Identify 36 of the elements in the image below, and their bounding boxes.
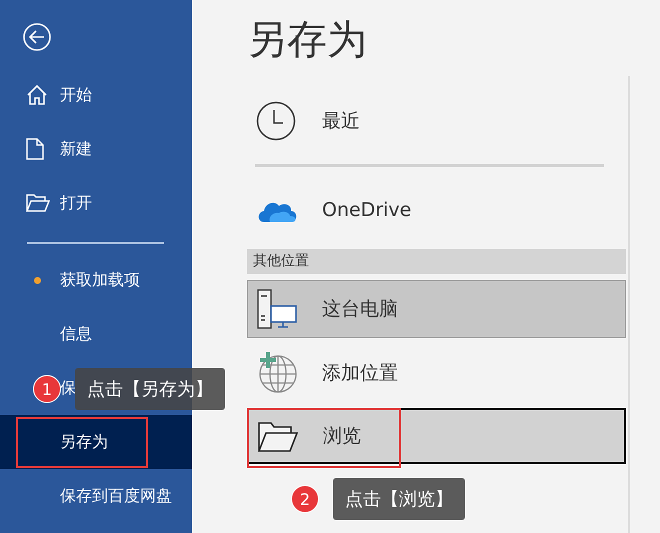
- page-title: 另存为: [247, 16, 368, 65]
- menu-item[interactable]: 新建: [0, 122, 192, 176]
- menu-item-label: 信息: [60, 324, 92, 344]
- back-button[interactable]: [23, 23, 51, 51]
- step-number: 2: [291, 485, 319, 513]
- menu-item[interactable]: 保存到百度网盘: [0, 469, 192, 523]
- clock-icon: [256, 101, 296, 141]
- location-label: 浏览: [323, 424, 361, 449]
- location-label: 这台电脑: [322, 297, 398, 322]
- callout-tooltip: 点击【另存为】: [75, 368, 225, 410]
- location-item[interactable]: 最近: [247, 92, 626, 150]
- callout-tooltip: 点击【浏览】: [333, 478, 465, 520]
- menu-item[interactable]: 开始: [0, 68, 192, 122]
- menu-item[interactable]: 打开: [0, 176, 192, 230]
- folder-icon: [26, 193, 50, 213]
- menu-item[interactable]: 另存为: [0, 415, 192, 469]
- location-item[interactable]: 添加位置: [247, 344, 626, 402]
- folder-icon: [257, 419, 299, 453]
- home-icon: [26, 84, 48, 106]
- menu-item-label: 开始: [60, 84, 92, 106]
- menu-item-label: 打开: [60, 192, 92, 214]
- menu-item[interactable]: 获取加载项: [0, 253, 192, 307]
- location-item[interactable]: OneDrive: [247, 181, 626, 239]
- menu-item-label: 另存为: [60, 432, 108, 452]
- menu-item-label: 保存到百度网盘: [60, 486, 172, 506]
- location-label: 添加位置: [322, 361, 398, 386]
- menu-item-label: 获取加载项: [60, 270, 140, 290]
- dot-icon: [34, 276, 41, 284]
- menu-item-label: 新建: [60, 138, 92, 160]
- location-label: OneDrive: [322, 199, 412, 221]
- computer-icon: [256, 288, 298, 330]
- section-header: 其他位置: [247, 249, 626, 274]
- location-item[interactable]: 这台电脑: [247, 280, 626, 338]
- document-icon: [26, 138, 44, 160]
- menu-item[interactable]: 信息: [0, 307, 192, 361]
- location-label: 最近: [322, 109, 360, 134]
